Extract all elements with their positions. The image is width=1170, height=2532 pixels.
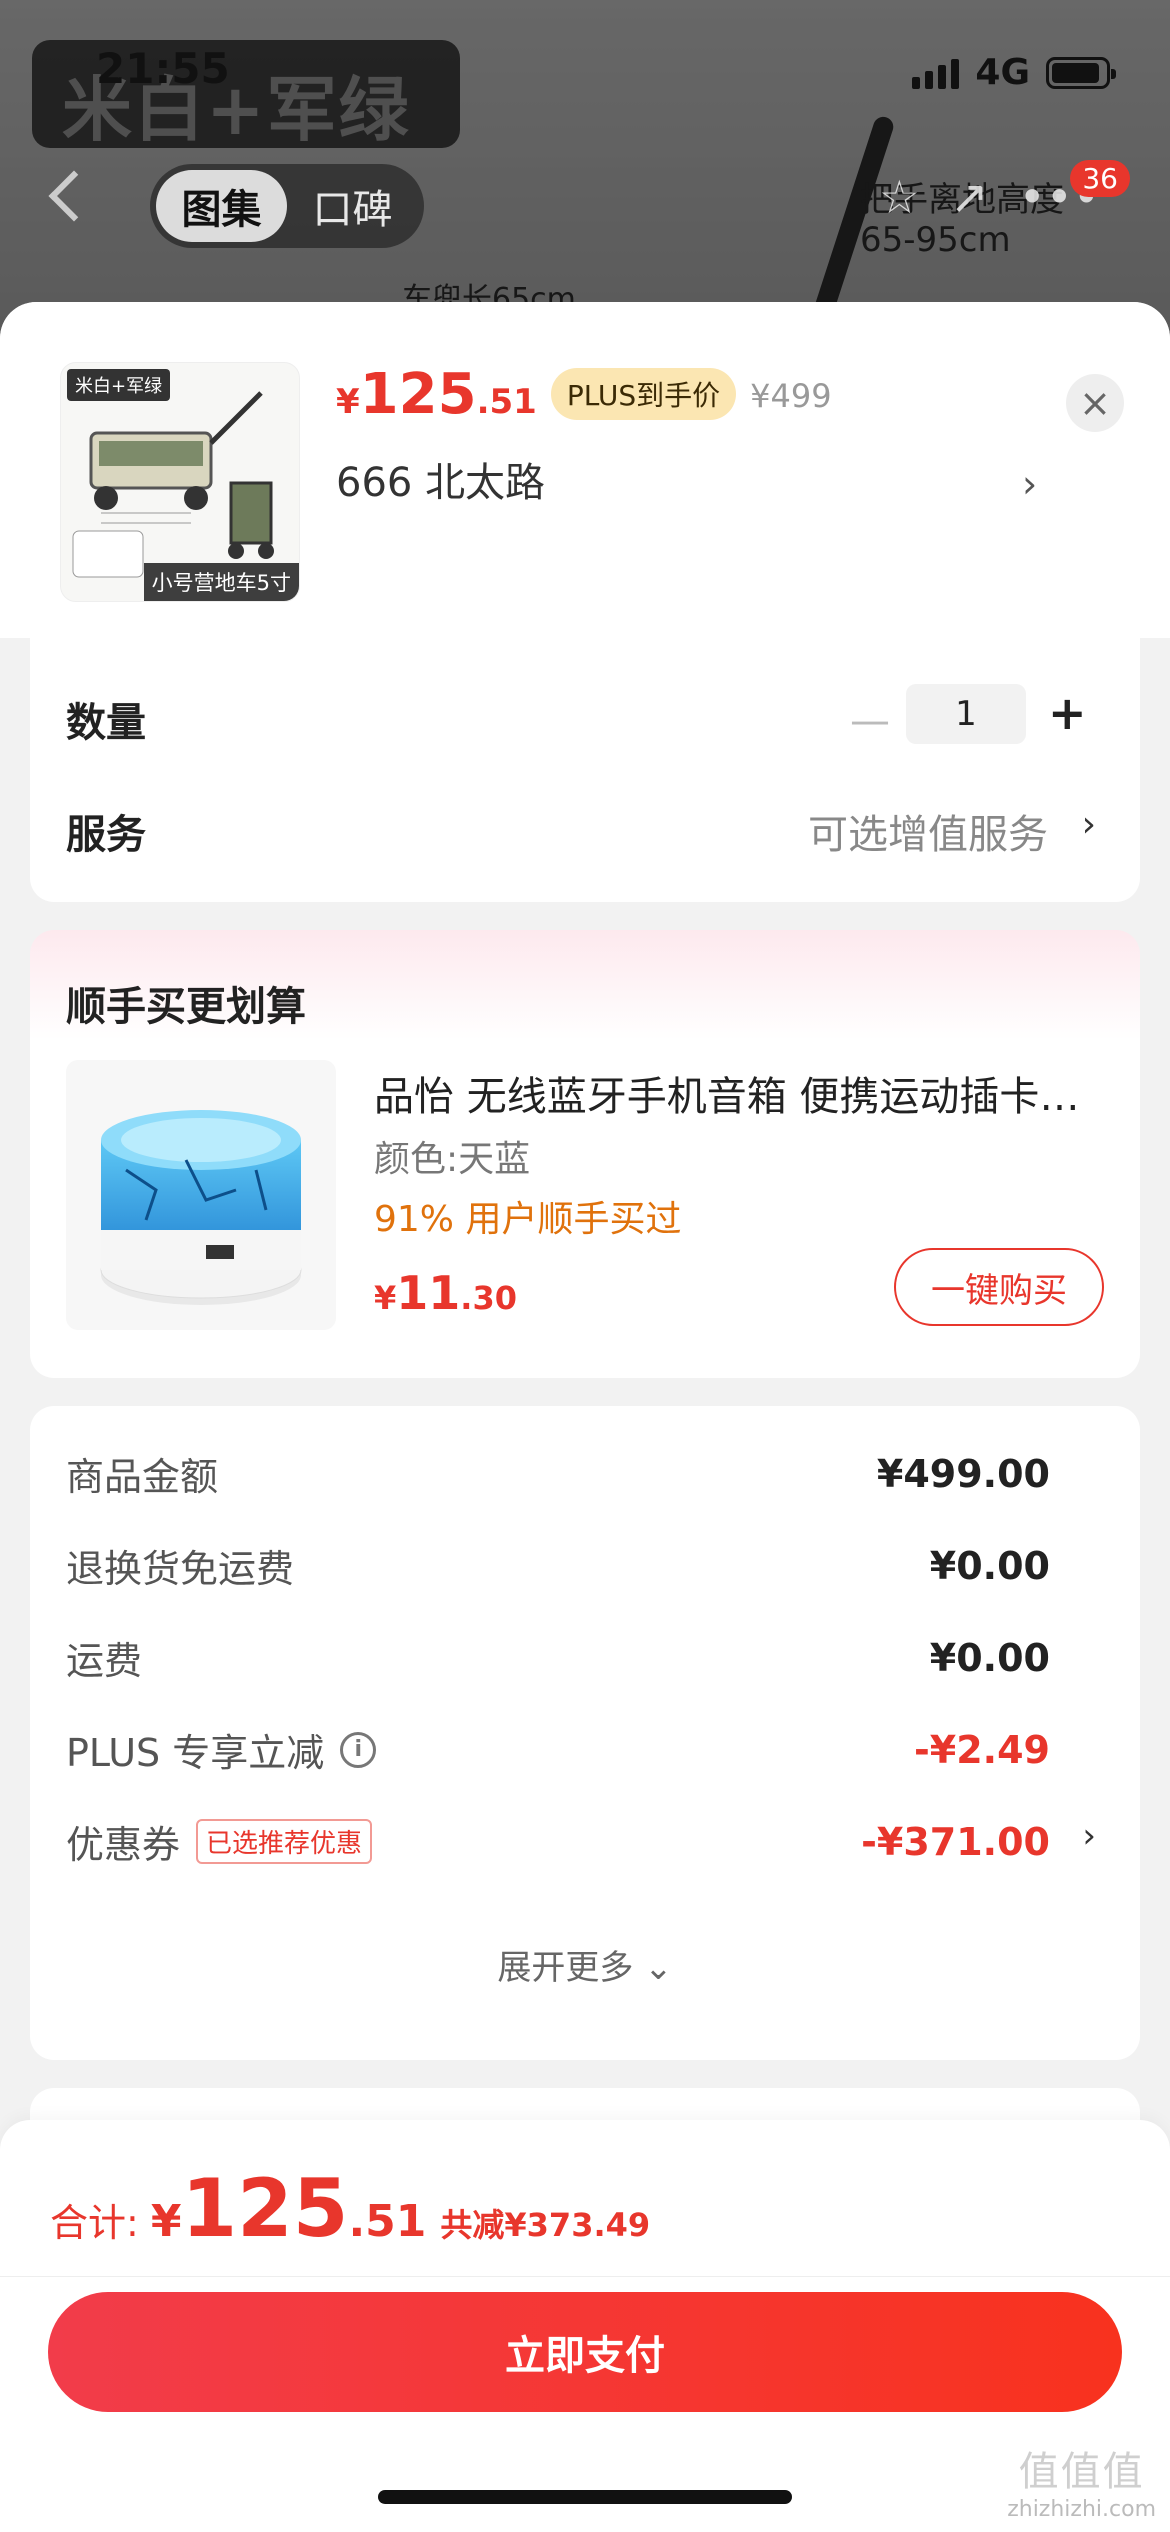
recommend-product-image[interactable] (66, 1060, 336, 1330)
recommend-price: ¥11.30 (374, 1266, 517, 1320)
gallery-tabs: 图集 口碑 (150, 164, 424, 248)
service-label: 服务 (66, 812, 146, 858)
battery-icon (1046, 56, 1116, 89)
info-icon[interactable]: i (340, 1731, 377, 1768)
sku-price: ¥125.51 (336, 362, 537, 427)
tab-gallery[interactable]: 图集 (156, 170, 287, 242)
quantity-input[interactable]: 1 (906, 684, 1026, 744)
expand-more-button[interactable]: 展开更多 ⌄ (30, 1940, 1140, 1989)
recommend-buy-rate: 91% 用户顺手买过 (374, 1199, 682, 1240)
home-indicator (378, 2490, 792, 2504)
cart-badge: 36 (1070, 160, 1130, 197)
thumb-caption: 小号营地车5寸 (143, 563, 299, 601)
recommend-title: 顺手买更划算 (66, 984, 306, 1030)
network-type: 4G (975, 52, 1030, 93)
thumb-variant-tag: 米白+军绿 (67, 369, 171, 401)
divider (0, 2276, 1170, 2277)
favorite-icon[interactable]: ☆ (879, 170, 920, 224)
one-click-buy-button[interactable]: 一键购买 (894, 1248, 1104, 1326)
coupon-tag: 已选推荐优惠 (196, 1819, 373, 1864)
chevron-down-icon: ⌄ (644, 1948, 673, 1988)
status-icons: 4G (912, 52, 1116, 93)
watermark: 值值值 zhizhizhi.com (1007, 2449, 1156, 2522)
recommend-card: 顺手买更划算 品怡 无线蓝牙手机音箱 便携运动插卡低音炮 颜色:天蓝 91% 用… (30, 930, 1140, 1378)
quantity-label: 数量 (66, 700, 146, 746)
recommend-product-name[interactable]: 品怡 无线蓝牙手机音箱 便携运动插卡低音炮 (374, 1064, 1104, 1122)
sku-header: 米白+军绿 小号营地车5寸 ¥125.51 PLUS到手价 ¥499 666 北… (0, 302, 1170, 638)
summary-row-plus-discount: PLUS 专享立减 i -¥2.49 (66, 1727, 1050, 1776)
checkout-bar: 合计: ¥ 125 .51 共减¥373.49 立即支付 值值值 zhizhiz… (0, 2120, 1170, 2532)
top-actions: ☆ ↗ ••• (879, 170, 1100, 224)
recommend-product-color: 颜色:天蓝 (374, 1139, 531, 1180)
total-amount: 合计: ¥ 125 .51 共减¥373.49 (50, 2162, 651, 2255)
chevron-right-icon[interactable]: › (1082, 804, 1096, 845)
service-value[interactable]: 可选增值服务 (808, 802, 1048, 860)
summary-row-goods: 商品金额 ¥499.00 (66, 1451, 1050, 1500)
delivery-address[interactable]: 666 北太路 (336, 450, 545, 508)
pay-now-button[interactable]: 立即支付 (48, 2292, 1122, 2412)
price-row: ¥125.51 PLUS到手价 ¥499 (336, 362, 832, 428)
status-time: 21:55 (96, 44, 230, 93)
options-card: 数量 — 1 + 服务 可选增值服务 › (30, 638, 1140, 902)
chevron-right-icon[interactable]: › (1022, 462, 1037, 506)
summary-row-coupon[interactable]: 优惠券 已选推荐优惠 -¥371.00 (66, 1814, 1050, 1869)
signal-icon (912, 57, 960, 89)
product-thumbnail[interactable]: 米白+军绿 小号营地车5寸 (60, 362, 300, 602)
price-summary-card: 商品金额 ¥499.00 退换货免运费 ¥0.00 运费 ¥0.00 PLUS … (30, 1406, 1140, 2060)
summary-row-return-shipping: 退换货免运费 ¥0.00 (66, 1543, 1050, 1592)
tab-reviews[interactable]: 口碑 (287, 170, 418, 242)
share-icon[interactable]: ↗ (950, 170, 989, 224)
original-price: ¥499 (750, 377, 832, 415)
summary-row-shipping: 运费 ¥0.00 (66, 1635, 1050, 1684)
quantity-minus-button[interactable]: — (850, 698, 890, 744)
plus-price-badge: PLUS到手价 (550, 368, 737, 420)
chevron-right-icon[interactable]: › (1082, 1816, 1096, 1856)
total-saved: 共减¥373.49 (440, 2206, 651, 2244)
quantity-plus-button[interactable]: + (1048, 686, 1087, 740)
close-icon[interactable]: × (1066, 374, 1124, 432)
